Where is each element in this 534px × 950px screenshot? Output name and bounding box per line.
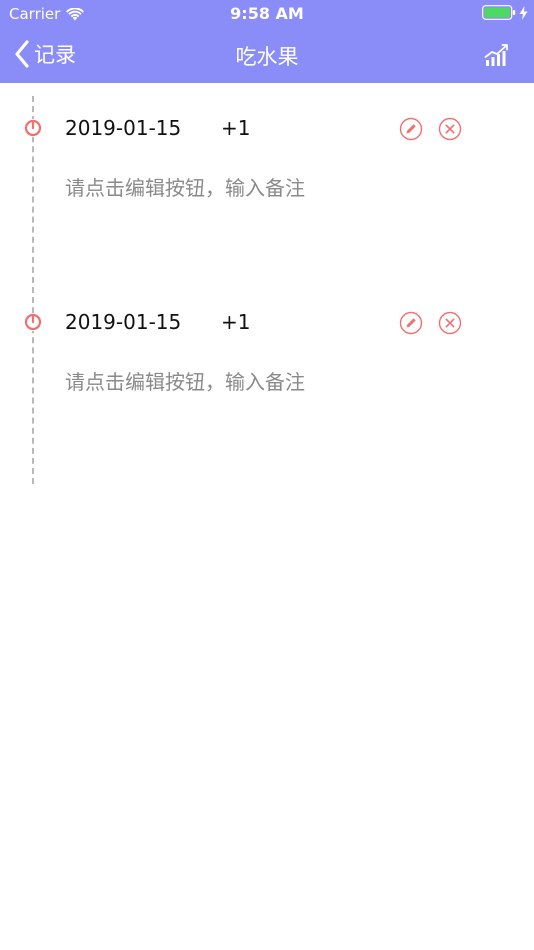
delete-icon[interactable] bbox=[438, 311, 462, 335]
status-time: 9:58 AM bbox=[230, 4, 304, 23]
app-header: Carrier 9:58 AM 记录 吃水果 bbox=[0, 0, 534, 83]
timer-icon bbox=[24, 313, 42, 331]
timer-icon bbox=[24, 119, 42, 137]
edit-icon[interactable] bbox=[399, 117, 423, 141]
statistics-chart-icon[interactable] bbox=[484, 42, 510, 68]
record-item: 2019-01-15 +1 请点击编辑按钮，输入备注 bbox=[0, 310, 534, 507]
navigation-bar: 记录 吃水果 bbox=[0, 28, 534, 83]
record-note: 请点击编辑按钮，输入备注 bbox=[65, 176, 305, 200]
record-date: 2019-01-15 bbox=[65, 116, 182, 140]
record-count: +1 bbox=[221, 116, 251, 140]
page-title: 吃水果 bbox=[235, 45, 299, 69]
delete-icon[interactable] bbox=[438, 117, 462, 141]
record-note: 请点击编辑按钮，输入备注 bbox=[65, 370, 305, 394]
status-bar: Carrier 9:58 AM bbox=[0, 0, 534, 28]
battery-icon bbox=[482, 5, 516, 20]
edit-icon[interactable] bbox=[399, 311, 423, 335]
battery-status bbox=[482, 5, 528, 20]
charging-icon bbox=[519, 5, 528, 20]
record-count: +1 bbox=[221, 310, 251, 334]
record-date: 2019-01-15 bbox=[65, 310, 182, 334]
record-item: 2019-01-15 +1 请点击编辑按钮，输入备注 bbox=[0, 116, 534, 313]
